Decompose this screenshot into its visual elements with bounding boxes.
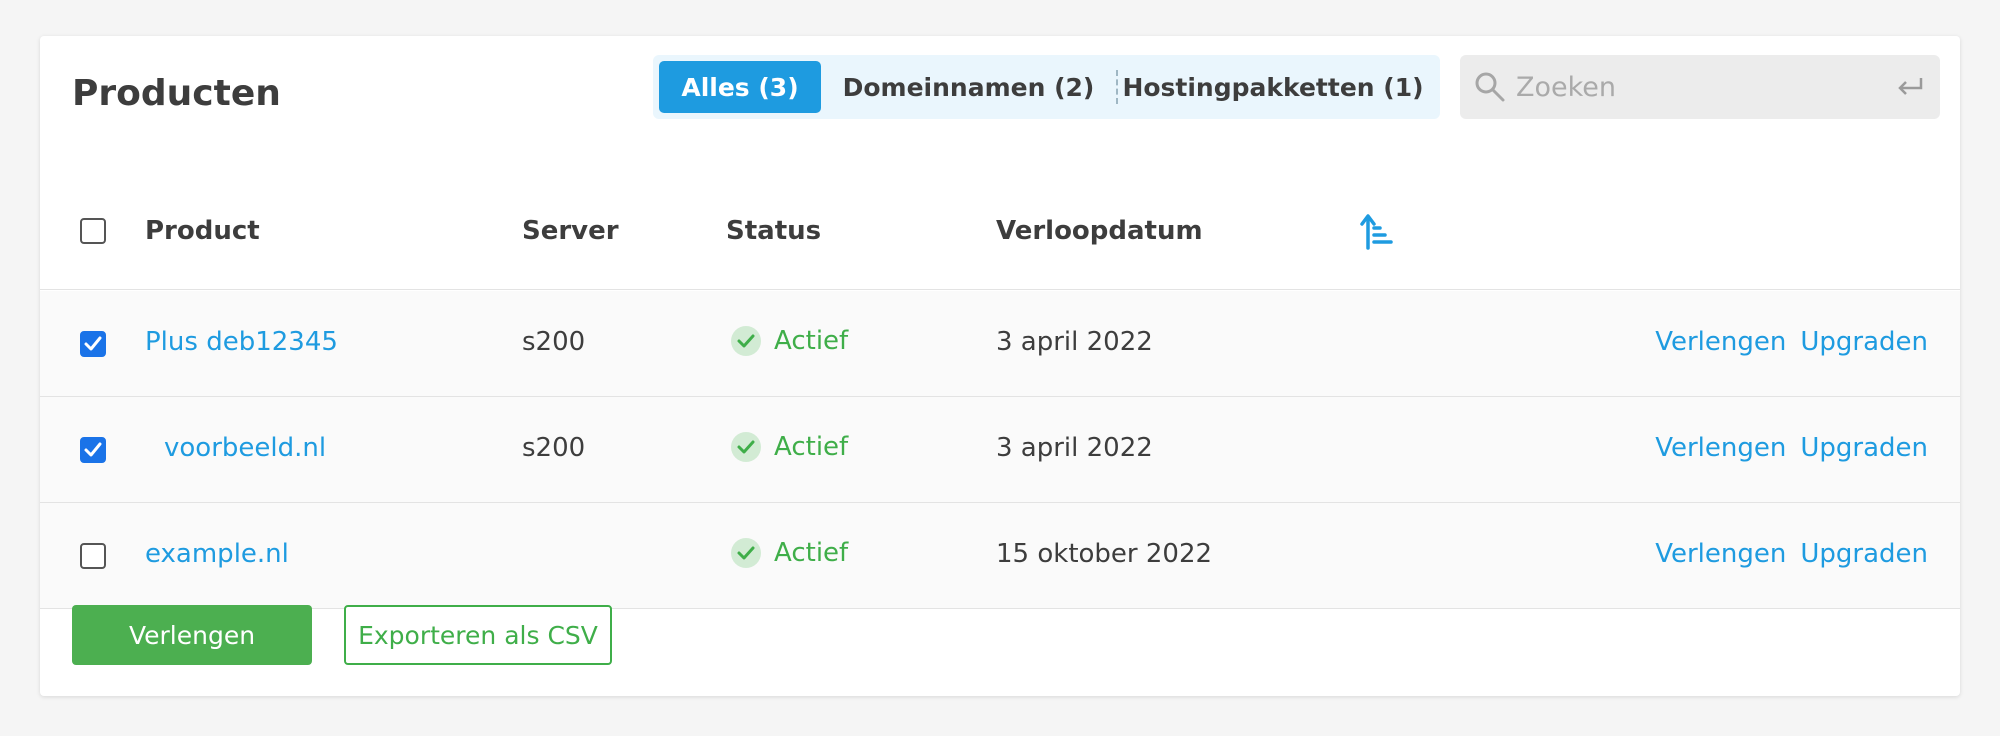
renew-link[interactable]: Verlengen [1655,327,1786,357]
expiry-cell: 15 oktober 2022 [996,539,1213,569]
check-circle-icon [731,538,761,568]
column-header-status[interactable]: Status [726,216,821,246]
table-header: Product Server Status Verloopdatum [40,176,1960,290]
expiry-cell: 3 april 2022 [996,327,1153,357]
upgrade-link[interactable]: Upgraden [1800,433,1928,463]
status-cell: Actief [730,431,848,463]
row-checkbox[interactable] [80,543,106,569]
table-row: example.nl Actief 15 oktober 2022 Verlen… [40,503,1960,609]
status-cell: Actief [730,325,848,357]
expiry-cell: 3 april 2022 [996,433,1153,463]
column-header-product[interactable]: Product [145,216,260,246]
server-cell: s200 [522,433,586,463]
row-actions: Verlengen Upgraden [1655,539,1928,569]
row-actions: Verlengen Upgraden [1655,327,1928,357]
row-actions: Verlengen Upgraden [1655,433,1928,463]
product-link[interactable]: voorbeeld.nl [164,433,326,463]
sort-ascending-icon[interactable] [1360,212,1394,252]
renew-button[interactable]: Verlengen [72,605,312,665]
column-header-expiry[interactable]: Verloopdatum [996,216,1203,246]
row-checkbox[interactable] [80,331,106,357]
products-card: Producten Alles (3) Domeinnamen (2) Host… [40,36,1960,696]
row-checkbox[interactable] [80,437,106,463]
check-icon [84,442,102,457]
search-icon [1475,72,1505,102]
tab-hosting[interactable]: Hostingpakketten (1) [1118,61,1428,113]
search-input[interactable] [1514,55,1874,119]
product-link[interactable]: Plus deb12345 [145,327,338,357]
check-circle-icon [731,326,761,356]
server-cell: s200 [522,327,586,357]
tab-domains[interactable]: Domeinnamen (2) [821,61,1116,113]
select-all-checkbox[interactable] [80,218,106,244]
status-label: Actief [774,432,849,462]
enter-icon[interactable] [1896,75,1924,99]
renew-link[interactable]: Verlengen [1655,433,1786,463]
status-label: Actief [774,326,849,356]
upgrade-link[interactable]: Upgraden [1800,539,1928,569]
status-cell: Actief [730,537,848,569]
tab-all[interactable]: Alles (3) [659,61,821,113]
upgrade-link[interactable]: Upgraden [1800,327,1928,357]
check-circle-icon [731,432,761,462]
check-icon [84,336,102,351]
filter-tabs: Alles (3) Domeinnamen (2) Hostingpakkett… [653,55,1440,119]
search-box [1460,55,1940,119]
product-link[interactable]: example.nl [145,539,289,569]
export-csv-button[interactable]: Exporteren als CSV [344,605,612,665]
page-title: Producten [72,73,281,114]
column-header-server[interactable]: Server [522,216,619,246]
renew-link[interactable]: Verlengen [1655,539,1786,569]
status-label: Actief [774,538,849,568]
table-row: voorbeeld.nl s200 Actief 3 april 2022 Ve… [40,397,1960,503]
table-row: Plus deb12345 s200 Actief 3 april 2022 V… [40,291,1960,397]
